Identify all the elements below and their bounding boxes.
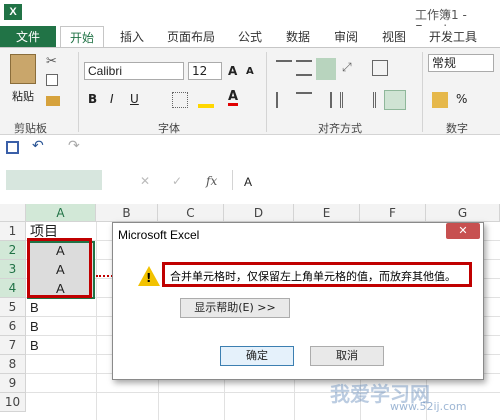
grow-font-icon[interactable]: A [228,64,237,78]
row-header[interactable]: 1 [0,222,26,241]
tab-insert[interactable]: 插入 [112,26,152,48]
group-label-clipboard: 剪贴板 [14,122,47,135]
group-label-alignment: 对齐方式 [318,122,362,135]
show-help-button[interactable]: 显示帮助(E) >> [180,298,290,318]
row-header[interactable]: 4 [0,279,26,298]
cancel-entry-icon[interactable]: ✕ [140,174,150,188]
font-name-select[interactable]: Calibri [84,62,184,80]
tab-file[interactable]: 文件 [0,26,56,48]
excel-logo-icon: X [4,4,22,20]
column-header[interactable]: E [294,204,360,222]
copy-icon[interactable] [46,74,58,86]
percent-icon[interactable]: % [456,92,467,106]
ribbon-separator [422,52,423,132]
align-middle-icon[interactable] [296,60,312,76]
row-header[interactable]: 5 [0,298,26,317]
wrap-text-icon[interactable] [372,60,388,76]
row-header[interactable]: 7 [0,336,26,355]
ribbon [0,47,500,135]
underline-button[interactable]: U [130,92,139,106]
insert-function-icon[interactable]: fx [206,174,217,188]
row-header[interactable]: 8 [0,355,26,374]
select-all-corner[interactable] [0,204,26,222]
watermark-url: www.52ij.com [390,400,467,413]
merge-center-icon[interactable] [384,90,406,110]
row-header[interactable]: 10 [0,393,26,412]
number-format-select[interactable]: 常规 [428,54,494,72]
row-header[interactable]: 2 [0,241,26,260]
tab-developer[interactable]: 开发工具 [420,26,486,48]
cancel-button[interactable]: 取消 [310,346,384,366]
font-color-icon[interactable]: A [228,90,239,106]
column-header[interactable]: G [426,204,500,222]
currency-icon[interactable] [432,92,448,108]
name-box[interactable] [6,170,102,190]
align-right-icon[interactable] [316,92,332,108]
align-left-icon[interactable] [276,92,292,108]
fill-color-icon[interactable] [198,92,214,108]
tab-view[interactable]: 视图 [374,26,414,48]
tab-review[interactable]: 审阅 [326,26,366,48]
row-header[interactable]: 6 [0,317,26,336]
column-header[interactable]: D [224,204,294,222]
tab-page-layout[interactable]: 页面布局 [160,26,222,48]
ribbon-separator [78,52,79,132]
row-header[interactable]: 3 [0,260,26,279]
row-header[interactable]: 9 [0,374,26,393]
cell-a6[interactable]: B [30,317,39,336]
bold-button[interactable]: B [88,92,97,106]
align-bottom-icon[interactable] [316,58,336,80]
paste-icon[interactable] [10,54,36,84]
dialog-message: 合并单元格时，仅保留左上角单元格的值，而放弃其他值。 [170,270,456,283]
formula-value: A [244,175,253,189]
group-label-font: 字体 [158,122,180,135]
orientation-icon[interactable]: ⤢ [342,60,358,76]
italic-button[interactable]: I [110,92,114,106]
align-top-icon[interactable] [276,60,292,76]
group-label-number: 数字 [446,122,468,135]
cell-a5[interactable]: B [30,298,39,317]
column-header[interactable]: F [360,204,426,222]
decrease-indent-icon[interactable] [340,92,356,108]
font-size-select[interactable]: 12 [188,62,222,80]
tab-home[interactable]: 开始 [60,26,104,48]
save-icon[interactable] [6,141,19,154]
column-header[interactable]: C [158,204,224,222]
column-header[interactable]: A [26,204,96,222]
tab-formulas[interactable]: 公式 [230,26,270,48]
dialog-close-button[interactable]: ✕ [446,223,480,239]
tab-data[interactable]: 数据 [278,26,318,48]
shrink-font-icon[interactable]: A [246,66,254,77]
cell-a7[interactable]: B [30,336,39,355]
increase-indent-icon[interactable] [360,92,376,108]
format-painter-icon[interactable] [46,96,60,106]
grid-line [96,222,97,420]
undo-icon[interactable]: ↶ [32,138,44,154]
redo-icon[interactable]: ↷ [68,138,80,154]
highlight-box-cells [27,238,92,298]
ok-button[interactable]: 确定 [220,346,294,366]
paste-button-label[interactable]: 粘贴 [12,88,34,104]
dialog-title: Microsoft Excel [118,228,200,242]
warning-exclamation-icon: ! [146,271,152,285]
ribbon-separator [266,52,267,132]
formula-input[interactable] [232,170,500,190]
column-header[interactable]: B [96,204,158,222]
borders-icon[interactable] [172,92,188,108]
align-center-icon[interactable] [296,92,312,108]
cut-icon[interactable]: ✂ [46,54,57,69]
confirm-entry-icon[interactable]: ✓ [172,174,182,188]
